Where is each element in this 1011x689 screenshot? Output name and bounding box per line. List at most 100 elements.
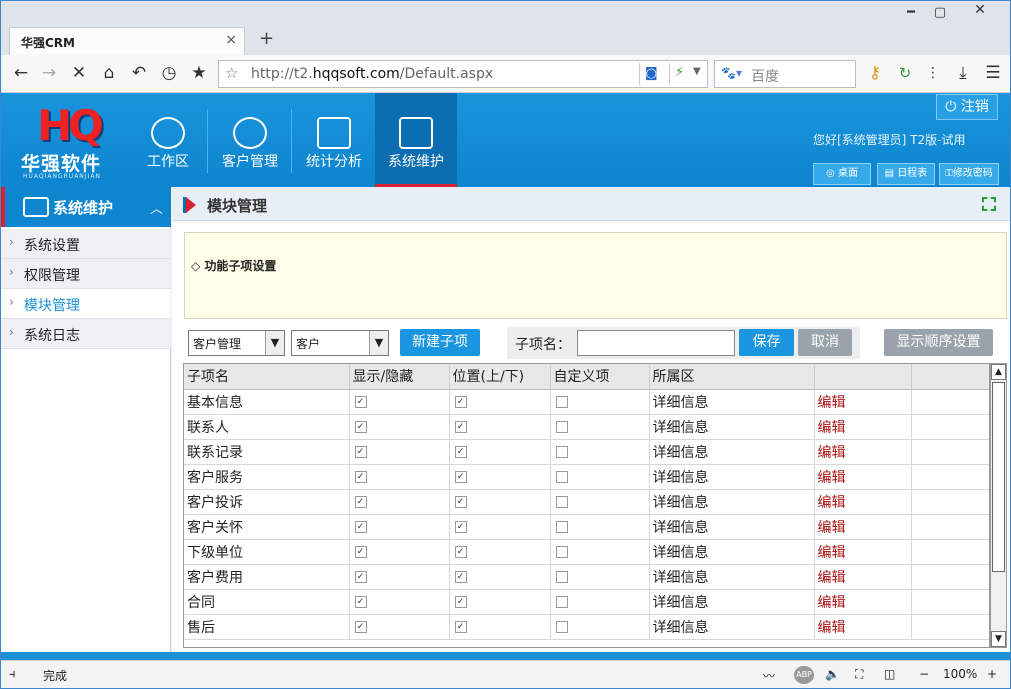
edit-link[interactable]: 编辑 [818, 570, 846, 586]
menu-icon[interactable]: ☰ [981, 63, 1005, 83]
subitem-name-input[interactable] [577, 330, 735, 356]
visible-checkbox[interactable]: ✓ [354, 445, 367, 458]
edit-link[interactable]: 编辑 [818, 520, 846, 536]
download-icon[interactable]: ⤓ [951, 63, 975, 83]
key-icon[interactable]: ⚷ [863, 63, 887, 83]
custom-checkbox[interactable] [555, 420, 568, 433]
custom-checkbox[interactable] [555, 620, 568, 633]
stop-icon[interactable]: ✕ [67, 63, 91, 83]
visible-checkbox[interactable]: ✓ [354, 595, 367, 608]
window-close-button[interactable]: ✕ [955, 2, 1005, 22]
visible-checkbox[interactable]: ✓ [354, 470, 367, 483]
custom-checkbox[interactable] [555, 520, 568, 533]
address-bar[interactable]: ☆ http://t2.hqqsoft.com/Default.aspx ◙ ⚡… [218, 60, 708, 88]
sidebar-item-system-log[interactable]: › 系统日志 [1, 319, 171, 349]
edit-link[interactable]: 编辑 [818, 395, 846, 411]
position-checkbox[interactable]: ✓ [454, 420, 467, 433]
refresh-plugin-icon[interactable]: ↻ [893, 63, 917, 83]
search-box[interactable]: 🐾▾ 百度 [714, 60, 856, 88]
module-customer[interactable]: 客户管理 [209, 93, 291, 187]
tab-close-icon[interactable]: × [225, 32, 237, 48]
position-checkbox[interactable]: ✓ [454, 545, 467, 558]
position-checkbox[interactable]: ✓ [454, 470, 467, 483]
sidebar-toggle-icon[interactable]: ⫞ [9, 667, 16, 682]
fullscreen-toggle-icon[interactable]: ⛶ [855, 667, 863, 682]
sidebar-item-permissions[interactable]: › 权限管理 [1, 259, 171, 289]
module-workspace[interactable]: 工作区 [127, 93, 209, 187]
logout-button[interactable]: ⏻ 注销 [936, 94, 998, 120]
position-checkbox[interactable]: ✓ [454, 570, 467, 583]
module-system[interactable]: 系统维护 [375, 93, 457, 187]
visible-checkbox[interactable]: ✓ [354, 420, 367, 433]
custom-checkbox[interactable] [555, 445, 568, 458]
fullscreen-icon[interactable] [982, 197, 996, 211]
scroll-up-icon[interactable]: ▲ [991, 364, 1006, 380]
edit-link[interactable]: 编辑 [818, 595, 846, 611]
undo-icon[interactable]: ↶ [127, 63, 151, 83]
compat-mode-icon[interactable]: ⚡ [675, 65, 684, 80]
history-icon[interactable]: ◷ [157, 63, 181, 83]
desktop-button[interactable]: ◎ 桌面 [813, 163, 871, 185]
minimize-button[interactable]: ━ [897, 5, 925, 23]
zoom-in-icon[interactable]: + [987, 667, 997, 681]
position-checkbox[interactable]: ✓ [454, 395, 467, 408]
collapse-icon[interactable]: ︿ [150, 198, 163, 217]
table-scrollbar[interactable]: ▲ ▼ [990, 363, 1007, 648]
edit-link[interactable]: 编辑 [818, 545, 846, 561]
position-checkbox[interactable]: ✓ [454, 595, 467, 608]
home-icon[interactable]: ⌂ [97, 63, 121, 83]
edit-link[interactable]: 编辑 [818, 420, 846, 436]
visible-checkbox[interactable]: ✓ [354, 620, 367, 633]
cancel-button[interactable]: 取消 [798, 329, 852, 356]
volume-icon[interactable]: 🔈 [825, 667, 840, 681]
custom-checkbox[interactable] [555, 495, 568, 508]
page-mode-icon[interactable]: ◙ [645, 66, 658, 81]
position-checkbox[interactable]: ✓ [454, 495, 467, 508]
display-order-button[interactable]: 显示顺序设置 [884, 329, 993, 356]
browser-tab[interactable]: 华强CRM × [9, 27, 245, 55]
speed-icon[interactable]: 〰 [763, 667, 775, 684]
visible-checkbox[interactable]: ✓ [354, 495, 367, 508]
bookmark-star-icon[interactable]: ☆ [225, 64, 238, 82]
new-tab-button[interactable]: + [259, 28, 274, 49]
favorites-icon[interactable]: ★ [187, 63, 211, 83]
sidebar-header[interactable]: 系统维护 ︿ [1, 187, 171, 227]
edit-link[interactable]: 编辑 [818, 620, 846, 636]
custom-checkbox[interactable] [555, 545, 568, 558]
maximize-button[interactable]: ▢ [926, 5, 954, 23]
change-password-button[interactable]: ⚿修改密码 [939, 163, 999, 185]
schedule-button[interactable]: ▤ 日程表 [877, 163, 935, 185]
back-icon[interactable]: ← [9, 63, 33, 83]
custom-checkbox[interactable] [555, 570, 568, 583]
submodule-select[interactable]: 客户 ▼ [291, 330, 389, 356]
custom-checkbox[interactable] [555, 470, 568, 483]
forward-icon[interactable]: → [37, 63, 61, 83]
tools-icon[interactable]: ⋮ [921, 63, 945, 83]
edit-link[interactable]: 编辑 [818, 470, 846, 486]
zoom-level[interactable]: 100% [943, 667, 977, 681]
custom-checkbox[interactable] [555, 395, 568, 408]
sidebar-item-system-settings[interactable]: › 系统设置 [1, 229, 171, 259]
edit-link[interactable]: 编辑 [818, 445, 846, 461]
new-subitem-button[interactable]: 新建子项 [400, 329, 480, 356]
address-dropdown-icon[interactable]: ▼ [693, 66, 701, 77]
visible-checkbox[interactable]: ✓ [354, 395, 367, 408]
module-statistics[interactable]: 统计分析 [293, 93, 375, 187]
position-checkbox[interactable]: ✓ [454, 620, 467, 633]
position-checkbox[interactable]: ✓ [454, 520, 467, 533]
scroll-thumb[interactable] [992, 382, 1005, 572]
edit-link[interactable]: 编辑 [818, 495, 846, 511]
sidebar-item-modules[interactable]: › 模块管理 [1, 289, 171, 319]
search-engine-icon[interactable]: 🐾▾ [721, 66, 747, 84]
position-checkbox[interactable]: ✓ [454, 445, 467, 458]
custom-checkbox[interactable] [555, 595, 568, 608]
adblock-icon[interactable]: ABP [794, 666, 814, 684]
module-select[interactable]: 客户管理 ▼ [188, 330, 285, 356]
save-button[interactable]: 保存 [739, 329, 794, 356]
visible-checkbox[interactable]: ✓ [354, 545, 367, 558]
visible-checkbox[interactable]: ✓ [354, 520, 367, 533]
scroll-down-icon[interactable]: ▼ [991, 631, 1006, 647]
split-view-icon[interactable]: ◫ [884, 667, 895, 681]
visible-checkbox[interactable]: ✓ [354, 570, 367, 583]
zoom-out-icon[interactable]: − [919, 667, 929, 681]
